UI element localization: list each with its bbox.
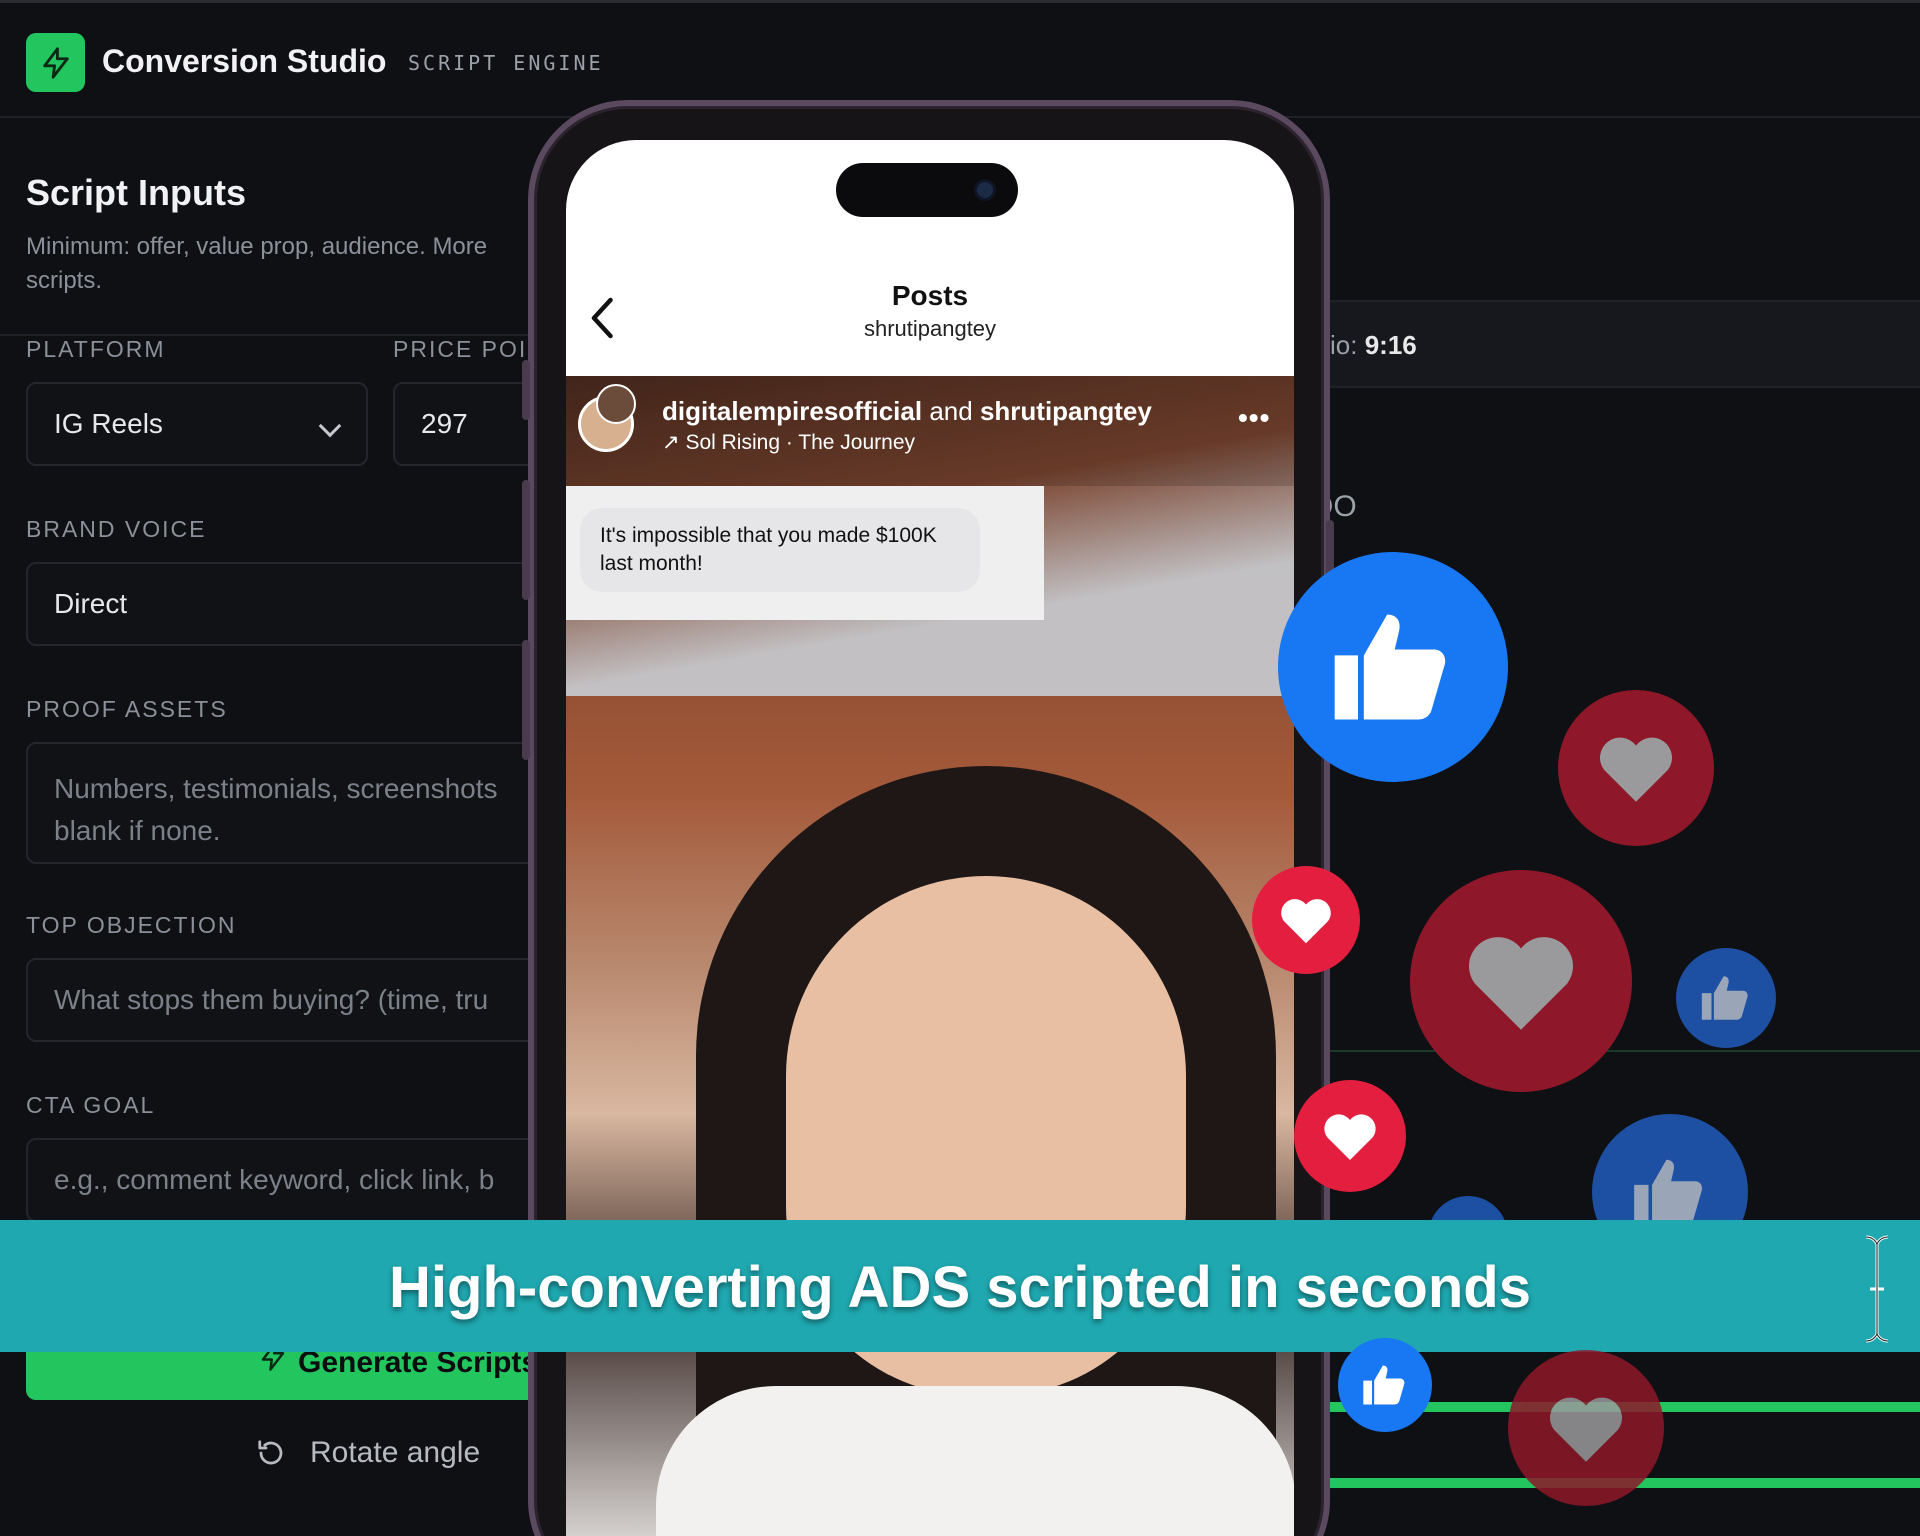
rotate-angle-label: Rotate angle: [310, 1436, 481, 1469]
thumbs-up-icon: [1676, 948, 1776, 1048]
phone-side-button: [522, 640, 530, 760]
top-objection-label: TOP OBJECTION: [26, 912, 237, 938]
screen-subtitle: shrutipangtey: [863, 316, 997, 341]
thumbs-up-icon: [1338, 1338, 1432, 1432]
bolt-icon[interactable]: [26, 33, 85, 92]
cta-goal-label: CTA GOAL: [26, 1092, 156, 1118]
heart-icon: [1410, 870, 1632, 1092]
chevron-down-icon: [318, 414, 342, 438]
platform-value: IG Reels: [54, 408, 163, 439]
screen-title: Posts: [891, 280, 969, 311]
text-cursor-icon: [1865, 1235, 1889, 1343]
heart-icon: [1294, 1080, 1406, 1192]
platform-select[interactable]: IG Reels: [26, 382, 368, 466]
proof-assets-textarea[interactable]: Numbers, testimonials, screenshots blank…: [26, 742, 566, 864]
camera-icon: [974, 179, 996, 201]
form-title: Script Inputs: [26, 172, 247, 213]
top-objection-placeholder: What stops them buying? (time, tru: [54, 984, 489, 1015]
aspect-ratio: io: 9:16: [1330, 330, 1417, 360]
cta-goal-input[interactable]: e.g., comment keyword, click link, b: [26, 1138, 566, 1222]
heart-icon: [1558, 690, 1714, 846]
arrow-up-right-icon: ↗: [662, 431, 680, 454]
brand-voice-value: Direct: [54, 588, 128, 619]
phone-side-button: [522, 360, 530, 420]
rotate-angle-button[interactable]: Rotate angle: [256, 1436, 480, 1470]
divider: [1320, 1050, 1920, 1052]
video-subject-shirt: [656, 1386, 1294, 1536]
avatar[interactable]: [596, 384, 636, 424]
price-point-label: PRICE POI: [393, 336, 528, 362]
proof-assets-label: PROOF ASSETS: [26, 696, 228, 722]
brand-voice-label: BRAND VOICE: [26, 516, 207, 542]
price-point-value: 297: [421, 408, 468, 439]
cta-goal-placeholder: e.g., comment keyword, click link, b: [54, 1164, 495, 1195]
heart-icon: [1508, 1350, 1664, 1506]
app-subtitle: SCRIPT ENGINE: [408, 51, 604, 75]
form-description: Minimum: offer, value prop, audience. Mo…: [26, 233, 488, 294]
brand-voice-input[interactable]: Direct: [26, 562, 566, 646]
thumbs-up-icon: [1278, 552, 1508, 782]
quote-bubble: It's impossible that you made $100K last…: [580, 508, 980, 592]
more-dots-icon[interactable]: •••: [1238, 402, 1270, 434]
caption-text: High-converting ADS scripted in seconds: [389, 1255, 1531, 1320]
proof-assets-placeholder: Numbers, testimonials, screenshots: [54, 773, 498, 804]
platform-label: PLATFORM: [26, 336, 166, 362]
top-objection-input[interactable]: What stops them buying? (time, tru: [26, 958, 566, 1042]
post-authors[interactable]: digitalempiresofficial and shrutipangtey: [662, 396, 1152, 427]
phone-side-button: [522, 480, 530, 600]
music-info[interactable]: ↗ Sol Rising · The Journey: [662, 430, 915, 455]
heart-icon: [1252, 866, 1360, 974]
app-title: Conversion Studio: [102, 43, 387, 79]
proof-assets-placeholder-2: blank if none.: [54, 815, 221, 846]
rotate-icon: [258, 1440, 283, 1465]
